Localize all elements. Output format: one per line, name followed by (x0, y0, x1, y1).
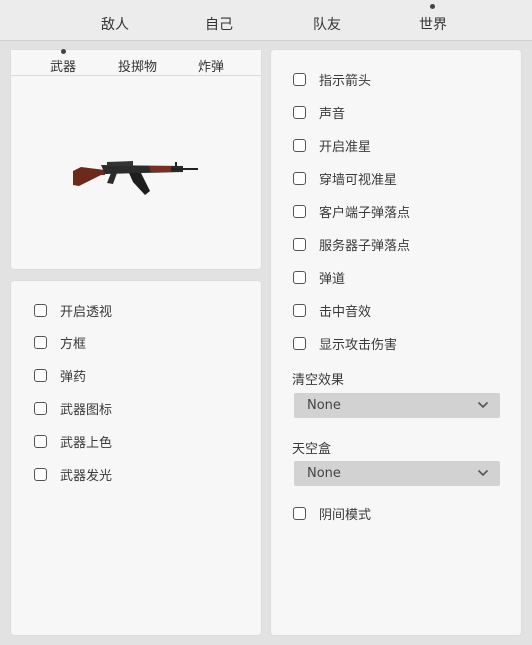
weapon-preview-panel: 武器 投掷物 炸弹 (11, 49, 261, 269)
top-nav: 敌人 自己 队友 世界 (0, 0, 532, 41)
option-hit-sound[interactable]: 击中音效 (293, 302, 371, 320)
checkbox[interactable] (34, 335, 47, 349)
tab-world[interactable]: 世界 (419, 14, 447, 34)
option-damage-display[interactable]: 显示攻击伤害 (293, 335, 397, 353)
checkbox[interactable] (34, 303, 47, 317)
checkbox[interactable] (293, 204, 306, 218)
checkbox[interactable] (293, 237, 306, 251)
tab-enemy[interactable]: 敌人 (101, 14, 129, 34)
clear-effect-select[interactable]: None (294, 393, 500, 418)
world-options-panel: 指示箭头 声音 开启准星 穿墙可视准星 客户端子弹落点 服务器子弹落点 弹道 击… (271, 50, 521, 635)
option-dark-mode[interactable]: 阴间模式 (293, 505, 371, 523)
skybox-label: 天空盒 (292, 442, 332, 457)
checkbox[interactable] (293, 72, 306, 86)
option-weapon-icon[interactable]: 武器图标 (34, 400, 112, 418)
option-client-impacts[interactable]: 客户端子弹落点 (293, 203, 410, 221)
skybox-select[interactable]: None (294, 461, 500, 486)
weapon-options-panel: 开启透视 方框 弹药 武器图标 武器上色 武器发光 (11, 281, 261, 635)
weapon-subtabs: 武器 投掷物 炸弹 (11, 49, 261, 76)
active-subtab-indicator (61, 49, 66, 54)
checkbox[interactable] (34, 467, 47, 481)
option-sound[interactable]: 声音 (293, 104, 345, 122)
checkbox[interactable] (293, 506, 306, 520)
checkbox[interactable] (293, 303, 306, 317)
subtab-weapon[interactable]: 武器 (50, 56, 76, 75)
chevron-down-icon (477, 401, 489, 409)
tab-teammates[interactable]: 队友 (313, 14, 341, 34)
skybox-value: None (307, 466, 341, 481)
checkbox[interactable] (293, 270, 306, 284)
option-indicator-arrow[interactable]: 指示箭头 (293, 71, 371, 89)
option-server-impacts[interactable]: 服务器子弹落点 (293, 236, 410, 254)
checkbox[interactable] (34, 368, 47, 382)
checkbox[interactable] (293, 105, 306, 119)
chevron-down-icon (477, 469, 489, 477)
option-weapon-glow[interactable]: 武器发光 (34, 466, 112, 484)
active-tab-indicator (430, 4, 435, 9)
subtab-bomb[interactable]: 炸弹 (198, 56, 224, 75)
subtab-grenade[interactable]: 投掷物 (118, 56, 157, 75)
checkbox[interactable] (293, 336, 306, 350)
checkbox[interactable] (293, 138, 306, 152)
checkbox[interactable] (34, 434, 47, 448)
option-trajectory[interactable]: 弹道 (293, 269, 345, 287)
option-weapon-color[interactable]: 武器上色 (34, 433, 112, 451)
rifle-icon (73, 161, 198, 195)
option-box[interactable]: 方框 (34, 334, 86, 352)
option-crosshair[interactable]: 开启准星 (293, 137, 371, 155)
checkbox[interactable] (34, 401, 47, 415)
clear-effect-value: None (307, 398, 341, 413)
clear-effect-label: 清空效果 (292, 373, 345, 388)
option-enable-esp[interactable]: 开启透视 (34, 302, 112, 320)
checkbox[interactable] (293, 171, 306, 185)
tab-self[interactable]: 自己 (205, 14, 233, 34)
option-wall-crosshair[interactable]: 穿墙可视准星 (293, 170, 397, 188)
option-ammo[interactable]: 弹药 (34, 367, 86, 385)
